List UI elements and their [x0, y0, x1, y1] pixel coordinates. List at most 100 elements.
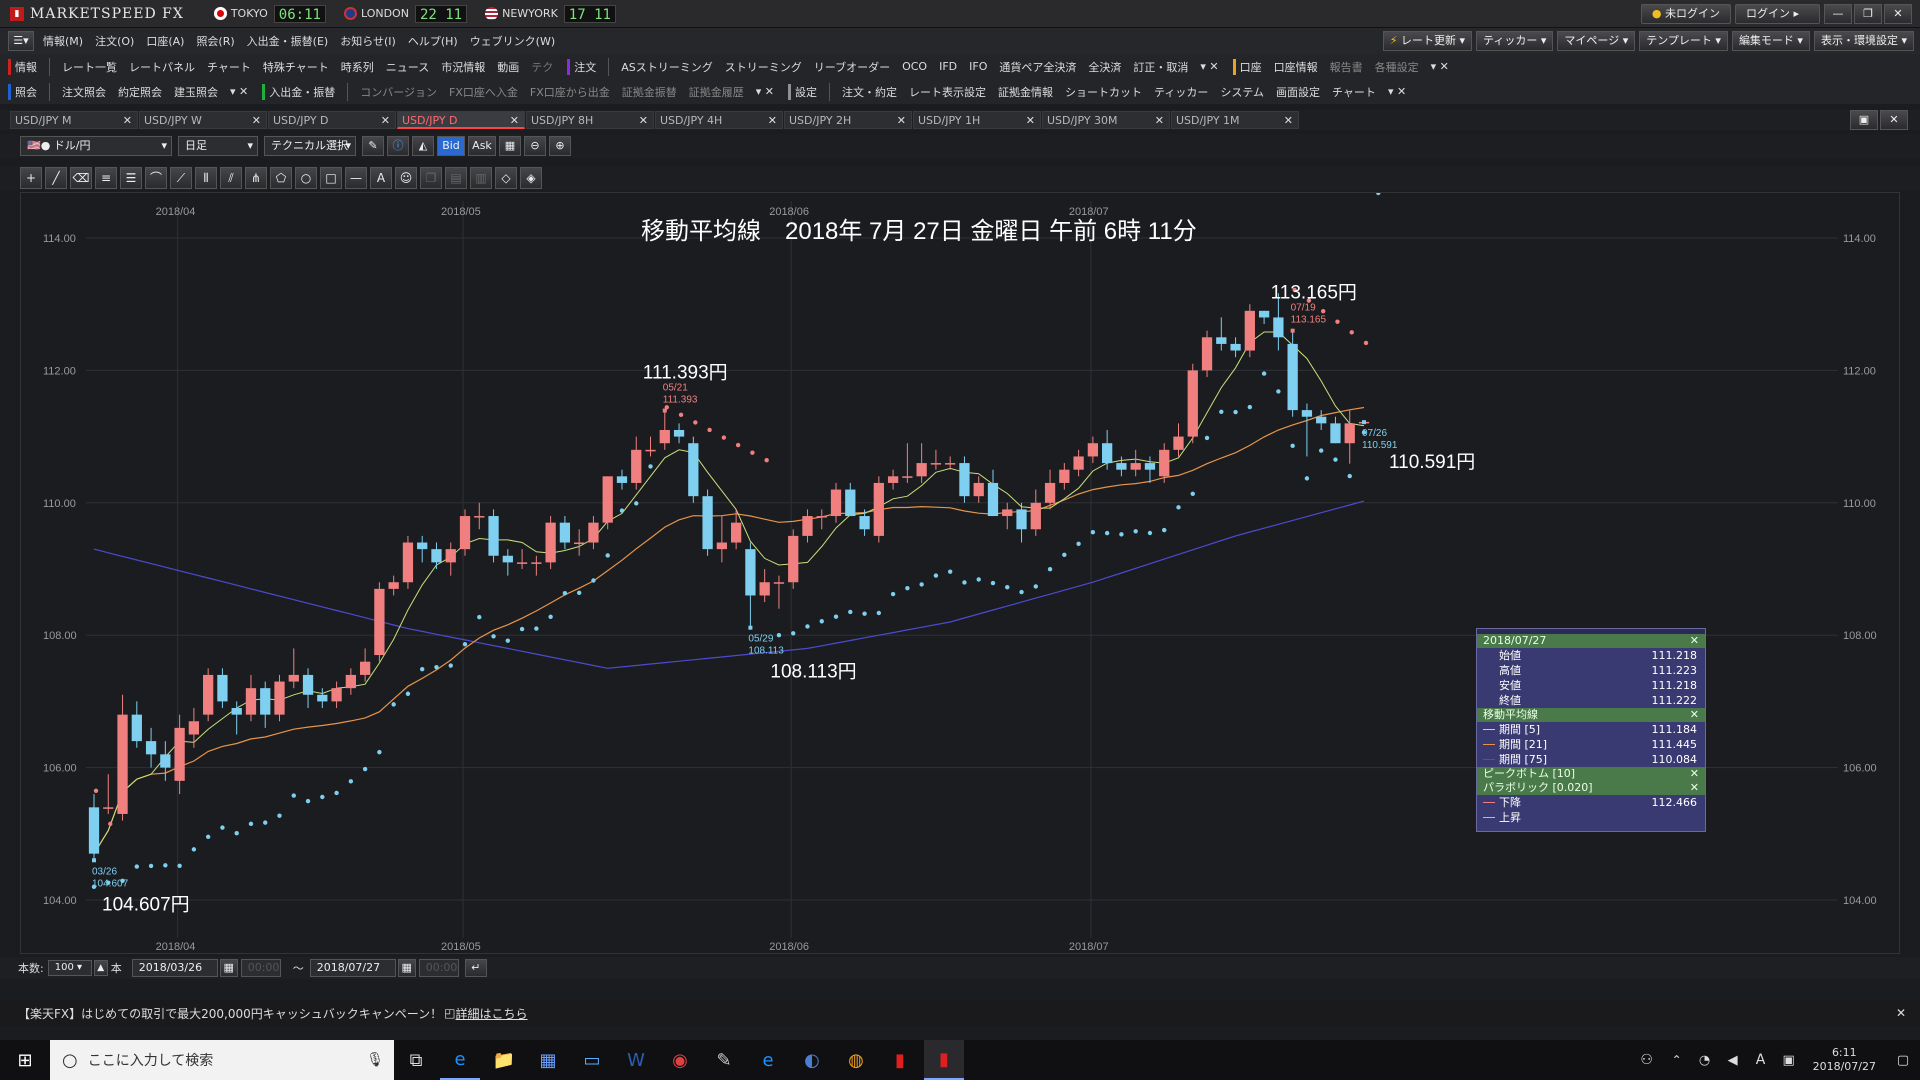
fibonacci-icon[interactable]: ☰ — [120, 167, 142, 189]
tool-ticker[interactable]: ティッカー — [1154, 84, 1208, 100]
maximize-panel-icon[interactable]: ▣ — [1850, 110, 1878, 130]
menu-deposit[interactable]: 入出金・振替(E) — [247, 33, 329, 49]
tab-usdjpy-d-active[interactable]: USD/JPY D ✕ — [397, 111, 525, 129]
tool-order-execution[interactable]: 注文・約定 — [842, 84, 897, 100]
calendar-icon[interactable]: ▦ — [219, 959, 238, 977]
calculator-icon[interactable]: ▦ — [528, 1040, 568, 1080]
tool-account-info[interactable]: 口座情報 — [1274, 59, 1318, 75]
tab-usdjpy-30m[interactable]: USD/JPY 30M ✕ — [1042, 111, 1170, 129]
crosshair-icon[interactable]: + — [20, 167, 42, 189]
close-icon[interactable]: ✕ — [1690, 767, 1699, 781]
rate-update-button[interactable]: ⚡ レート更新 ▾ — [1382, 31, 1473, 51]
data-window[interactable]: 2018/07/27 ✕ 始値 111.218 高値 111.223 安値 111.21… — [1476, 628, 1706, 832]
restore-icon[interactable]: ❐ — [1854, 3, 1882, 24]
notification-icon[interactable]: ▣ — [1777, 1040, 1801, 1080]
text-icon[interactable]: A — [370, 167, 392, 189]
info-icon[interactable]: ⓘ — [387, 136, 409, 156]
rectangle-icon[interactable]: □ — [320, 167, 342, 189]
microphone-icon[interactable]: 🎙 — [366, 1052, 384, 1068]
delete-icon[interactable]: ◇ — [495, 167, 517, 189]
menu-inquiry[interactable]: 照会(R) — [196, 33, 234, 49]
copy-icon[interactable]: ❐ — [420, 167, 442, 189]
chevron-up-icon[interactable]: ⌃ — [1665, 1040, 1689, 1080]
people-icon[interactable]: ⚇ — [1633, 1040, 1661, 1080]
close-icon[interactable]: ✕ — [381, 112, 390, 130]
tab-usdjpy-2h[interactable]: USD/JPY 2H ✕ — [784, 111, 912, 129]
tool-system[interactable]: システム — [1220, 84, 1264, 100]
menu-info[interactable]: 情報(M) — [43, 33, 83, 49]
tab-usdjpy-w[interactable]: USD/JPY W ✕ — [139, 111, 267, 129]
vertical-lines-icon[interactable]: ⦀ — [195, 167, 217, 189]
tab-usdjpy-m[interactable]: USD/JPY M ✕ — [10, 111, 138, 129]
zoom-in-icon[interactable]: ⊕ — [549, 136, 571, 156]
tool-rate-display[interactable]: レート表示設定 — [909, 84, 986, 100]
bid-toggle[interactable]: Bid — [437, 136, 465, 156]
period-select[interactable]: 日足 ▾ — [178, 136, 258, 156]
count-select[interactable]: 100 ▾ — [47, 960, 92, 976]
app-icon-orange[interactable]: ◍ — [836, 1040, 876, 1080]
pentagon-icon[interactable]: ⬠ — [270, 167, 292, 189]
zoom-out-icon[interactable]: ⊖ — [524, 136, 546, 156]
tool-oco[interactable]: OCO — [902, 60, 927, 73]
close-icon[interactable]: ✕ — [639, 112, 648, 130]
paste-icon[interactable]: ▤ — [445, 167, 467, 189]
tool-margin-info[interactable]: 証拠金情報 — [998, 84, 1053, 100]
close-icon[interactable]: ✕ — [1896, 1006, 1906, 1020]
tool-ifo[interactable]: IFO — [969, 60, 987, 73]
duplicate-icon[interactable]: ▥ — [470, 167, 492, 189]
hamburger-menu-icon[interactable]: ☰▾ — [8, 31, 34, 51]
menu-order[interactable]: 注文(O) — [95, 33, 134, 49]
candlestick-chart[interactable]: 114.00 112.00 110.00 108.00 106.00 104.00 114… — [21, 190, 1901, 955]
technical-select[interactable]: テクニカル選択 ▾ — [264, 136, 356, 156]
task-view-icon[interactable]: ⧉ — [396, 1040, 436, 1080]
eraser-icon[interactable]: ⌫ — [70, 167, 92, 189]
tool-order-inquiry[interactable]: 注文照会 — [62, 84, 106, 100]
delete-all-icon[interactable]: ◈ — [520, 167, 542, 189]
close-icon[interactable]: ✕ — [123, 112, 132, 130]
currency-pair-select[interactable]: 🇺🇸● ドル/円 ▾ — [20, 136, 172, 156]
tab-usdjpy-1m[interactable]: USD/JPY 1M ✕ — [1171, 111, 1299, 129]
chart-style-icon[interactable]: ▦ — [499, 136, 521, 156]
close-icon[interactable]: ✕ — [897, 112, 906, 130]
edit-mode-button[interactable]: 編集モード ▾ — [1731, 31, 1810, 51]
taskbar-search-box[interactable]: ○ ここに入力して検索 🎙 — [50, 1040, 394, 1080]
tool-rate-panel[interactable]: レートパネル — [129, 59, 195, 75]
tool-conversion[interactable]: コンバージョン — [360, 84, 437, 100]
hline-icon[interactable]: — — [345, 167, 367, 189]
calendar-icon[interactable]: ▦ — [397, 959, 416, 977]
chart-area[interactable]: 114.00 112.00 110.00 108.00 106.00 104.00 114… — [20, 190, 1901, 955]
close-icon[interactable]: ✕ — [1026, 112, 1035, 130]
to-time-input[interactable]: 00:00 — [418, 959, 459, 977]
tool-streaming[interactable]: ストリーミング — [725, 59, 802, 75]
close-icon[interactable]: ✕ — [1884, 3, 1912, 24]
tool-execution-inquiry[interactable]: 約定照会 — [118, 84, 162, 100]
marketspeed-icon[interactable]: ▮ — [880, 1040, 920, 1080]
pitchfork-icon[interactable]: ⋔ — [245, 167, 267, 189]
menu-help[interactable]: ヘルプ(H) — [408, 33, 458, 49]
windows-start-icon[interactable]: ⊞ — [2, 1040, 48, 1080]
fib-fan-icon[interactable]: ⟋ — [170, 167, 192, 189]
chevron-down-icon[interactable]: ▾ ✕ — [230, 85, 248, 98]
paint-icon[interactable]: ✎ — [704, 1040, 744, 1080]
app-icon[interactable]: ◐ — [792, 1040, 832, 1080]
tab-usdjpy-4h[interactable]: USD/JPY 4H ✕ — [655, 111, 783, 129]
tool-fx-deposit[interactable]: FX口座へ入金 — [449, 84, 518, 100]
tool-settings[interactable]: 各種設定 — [1375, 59, 1419, 75]
tab-usdjpy-d[interactable]: USD/JPY D ✕ — [268, 111, 396, 129]
icon-tool-icon[interactable]: ☺ — [395, 167, 417, 189]
action-center-icon[interactable]: ▢ — [1888, 1040, 1918, 1080]
monitor-icon[interactable]: ▭ — [572, 1040, 612, 1080]
tool-market-info[interactable]: 市況情報 — [441, 59, 485, 75]
ask-toggle[interactable]: Ask — [468, 136, 496, 156]
minimize-icon[interactable]: — — [1824, 3, 1852, 24]
tool-leave-order[interactable]: リーブオーダー — [814, 59, 890, 75]
menu-notice[interactable]: お知らせ(I) — [340, 33, 396, 49]
pencil-icon[interactable]: ✎ — [362, 136, 384, 156]
ticker-button[interactable]: ティッカー ▾ — [1476, 31, 1554, 51]
chevron-down-icon[interactable]: ▾ ✕ — [756, 85, 774, 98]
toolbar-group-inquiry[interactable]: 照会 — [15, 84, 37, 100]
network-icon[interactable]: ◔ — [1693, 1040, 1717, 1080]
close-icon[interactable]: ✕ — [1690, 708, 1699, 722]
close-icon[interactable]: ✕ — [1690, 634, 1699, 648]
tab-usdjpy-1h[interactable]: USD/JPY 1H ✕ — [913, 111, 1041, 129]
